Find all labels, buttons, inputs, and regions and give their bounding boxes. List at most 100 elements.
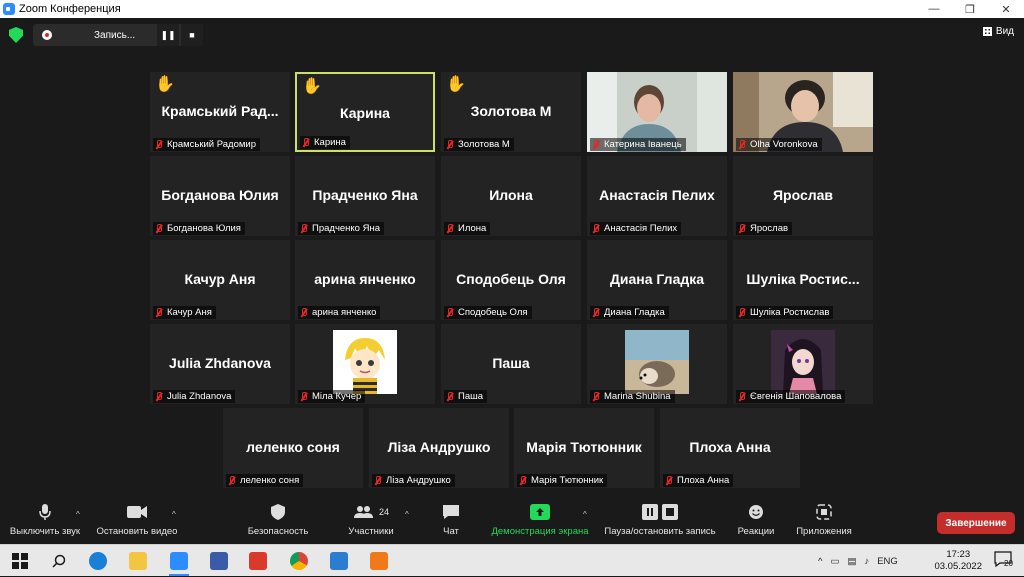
muted-microphone-icon	[592, 392, 599, 401]
participant-tile[interactable]: ✋ Золотова М Золотова М	[441, 72, 581, 152]
close-button[interactable]: ✕	[988, 0, 1024, 18]
recording-controls-icon	[642, 504, 678, 520]
stop-video-button[interactable]: Остановить видео	[92, 502, 182, 537]
participant-name-caption: Сподобець Оля	[444, 306, 532, 319]
encryption-shield-icon[interactable]	[9, 27, 23, 43]
notification-count: 20	[1004, 559, 1013, 568]
participant-tile[interactable]: Богданова Юлия Богданова Юлия	[150, 156, 290, 236]
participant-tile[interactable]: Качур Аня Качур Аня	[150, 240, 290, 320]
audio-options-caret[interactable]: ^	[76, 510, 80, 519]
participant-name-caption: Плоха Анна	[663, 474, 734, 487]
participant-tile[interactable]: Марія Тютюнник Марія Тютюнник	[514, 408, 654, 488]
vivaldi-app-icon[interactable]	[246, 549, 270, 573]
participant-tile[interactable]: Плоха Анна Плоха Анна	[660, 408, 800, 488]
end-meeting-button[interactable]: Завершение	[937, 512, 1015, 534]
participant-display-name: Богданова Юлия	[161, 187, 279, 203]
photos-app-icon[interactable]	[327, 549, 351, 573]
participant-name-caption: Богданова Юлия	[153, 222, 245, 235]
muted-microphone-icon	[592, 140, 599, 149]
participant-tile[interactable]: Ярослав Ярослав	[733, 156, 873, 236]
participants-label: Участники	[348, 526, 394, 537]
zoom-taskbar-icon[interactable]	[167, 549, 191, 576]
participant-caption-text: Илона	[458, 223, 487, 234]
mute-button[interactable]: Выключить звук	[6, 502, 84, 537]
zoom-app-icon	[3, 3, 15, 15]
participant-caption-text: Olha Voronkova	[750, 139, 818, 150]
participant-name-caption: Olha Voronkova	[736, 138, 822, 151]
participant-tile[interactable]: Ліза Андрушко Ліза Андрушко	[369, 408, 509, 488]
participants-icon	[353, 506, 373, 518]
reactions-button[interactable]: Реакции	[734, 502, 778, 537]
recording-indicator: Запись... ❚❚ ■	[33, 24, 203, 46]
show-hidden-icons-icon[interactable]: ^	[818, 556, 822, 567]
record-dot-icon	[42, 30, 52, 40]
participant-tile[interactable]: Olha Voronkova	[733, 72, 873, 152]
participant-tile[interactable]: Прадченко Яна Прадченко Яна	[295, 156, 435, 236]
participant-profile-picture	[771, 330, 835, 394]
edge-browser-icon[interactable]	[86, 549, 110, 573]
participant-tile[interactable]: Диана Гладка Диана Гладка	[587, 240, 727, 320]
windows-taskbar: ^ ▭ ▤ ♪ ENG 17:23 03.05.2022 20	[0, 544, 1024, 576]
participant-tile[interactable]: Катерина Іванець	[587, 72, 727, 152]
participant-tile[interactable]: леленко соня леленко соня	[223, 408, 363, 488]
participants-button[interactable]: 24 Участники	[336, 502, 406, 537]
share-screen-button[interactable]: Демонстрация экрана	[486, 502, 594, 537]
view-label: Вид	[995, 26, 1014, 37]
muted-microphone-icon	[300, 392, 307, 401]
participant-tile[interactable]: Илона Илона	[441, 156, 581, 236]
participant-tile[interactable]: Julia Zhdanova Julia Zhdanova	[150, 324, 290, 404]
participant-tile[interactable]: Паша Паша	[441, 324, 581, 404]
stop-recording-button[interactable]: ■	[181, 24, 203, 46]
search-icon	[52, 554, 66, 568]
security-button[interactable]: Безопасность	[243, 502, 313, 537]
participant-tile[interactable]: Євгенія Шаповалова	[733, 324, 873, 404]
participant-caption-text: Анастасія Пелих	[604, 223, 678, 234]
notification-center-button[interactable]: 20	[994, 551, 1016, 571]
participant-caption-text: Золотова М	[458, 139, 510, 150]
file-explorer-icon[interactable]	[126, 549, 150, 573]
participant-caption-text: Міла Кучер	[312, 391, 362, 402]
participant-display-name: арина янченко	[314, 271, 416, 287]
participant-name-caption: Marina Shubina	[590, 390, 675, 403]
muted-microphone-icon	[446, 224, 453, 233]
pause-recording-button[interactable]: ❚❚	[157, 24, 179, 46]
participant-tile[interactable]: Міла Кучер	[295, 324, 435, 404]
participant-name-caption: Крамський Радомир	[153, 138, 260, 151]
participant-name-caption: Золотова М	[444, 138, 514, 151]
volume-icon[interactable]: ♪	[864, 556, 869, 567]
battery-icon[interactable]: ▭	[830, 556, 839, 567]
participant-tile[interactable]: Marina Shubina	[587, 324, 727, 404]
participant-tile[interactable]: Шуліка Ростис... Шуліка Ростислав	[733, 240, 873, 320]
apps-button[interactable]: Приложения	[792, 502, 856, 537]
participant-tile[interactable]: Сподобець Оля Сподобець Оля	[441, 240, 581, 320]
muted-microphone-icon	[302, 138, 309, 147]
participant-tile[interactable]: арина янченко арина янченко	[295, 240, 435, 320]
taskbar-search-button[interactable]	[47, 549, 71, 573]
minimize-button[interactable]: —	[916, 0, 952, 18]
participant-tile[interactable]: Анастасія Пелих Анастасія Пелих	[587, 156, 727, 236]
muted-microphone-icon	[738, 308, 745, 317]
participant-display-name: Прадченко Яна	[312, 187, 418, 203]
share-options-caret[interactable]: ^	[583, 510, 587, 519]
video-options-caret[interactable]: ^	[172, 510, 176, 519]
pause-stop-recording-button[interactable]: Пауза/остановить запись	[601, 502, 719, 537]
participant-tile[interactable]: ✋ Карина Карина	[295, 72, 435, 152]
participant-caption-text: Сподобець Оля	[458, 307, 528, 318]
chat-button[interactable]: Чат	[430, 502, 472, 537]
view-button[interactable]: Вид	[982, 26, 1014, 37]
maximize-button[interactable]: ❐	[952, 0, 988, 18]
participants-options-caret[interactable]: ^	[405, 510, 409, 519]
network-icon[interactable]: ▤	[847, 556, 856, 567]
media-player-icon[interactable]	[367, 549, 391, 573]
participant-caption-text: Богданова Юлия	[167, 223, 241, 234]
muted-microphone-icon	[155, 308, 162, 317]
input-language[interactable]: ENG	[877, 556, 898, 567]
taskbar-clock[interactable]: 17:23 03.05.2022	[934, 549, 982, 573]
clock-date: 03.05.2022	[934, 561, 982, 572]
chrome-browser-icon[interactable]	[287, 549, 311, 573]
participant-display-name: Илона	[489, 187, 533, 203]
participant-display-name: Диана Гладка	[609, 271, 705, 287]
network-app-icon[interactable]	[207, 549, 231, 573]
participant-tile[interactable]: ✋ Крамський Рад... Крамський Радомир	[150, 72, 290, 152]
windows-start-button[interactable]	[8, 549, 32, 573]
